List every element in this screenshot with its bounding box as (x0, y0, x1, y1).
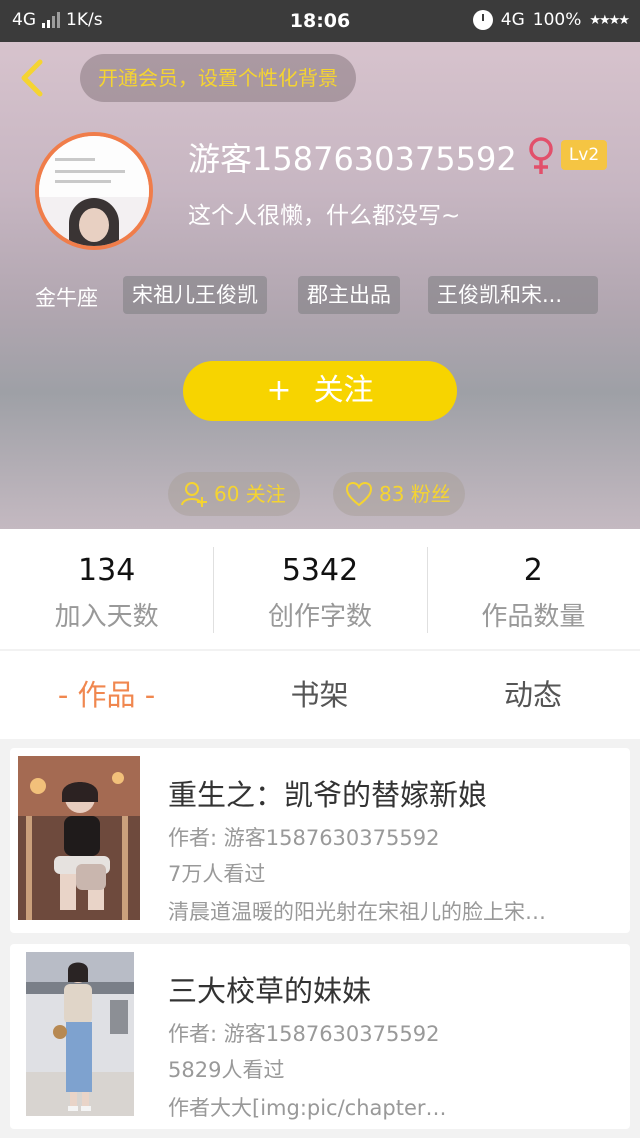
work-views: 7万人看过 (168, 862, 266, 886)
stat-label: 创作字数 (267, 602, 372, 632)
network-label-right: 4G (500, 10, 525, 30)
stat-label: 作品数量 (481, 602, 586, 632)
tab-activity[interactable]: 动态 (426, 651, 640, 739)
stat-words-written: 5342 创作字数 (213, 529, 426, 649)
vip-background-button[interactable]: 开通会员，设置个性化背景 (80, 54, 356, 102)
avatar[interactable] (35, 132, 153, 250)
stat-value: 134 (78, 553, 136, 588)
work-card[interactable]: 重生之：凯爷的替嫁新娘 作者: 游客1587630375592 7万人看过 清晨… (10, 748, 630, 933)
profile-tabs: - 作品 - 书架 动态 (0, 651, 640, 739)
status-bar: 4G 1K/s 18:06 4G 100% ★★★★ (0, 0, 640, 42)
stat-value: 5342 (281, 553, 359, 588)
interest-tag[interactable]: 宋祖儿王俊凯 (123, 276, 267, 314)
book-cover (26, 952, 134, 1116)
work-author: 作者: 游客1587630375592 (168, 1022, 440, 1046)
level-badge: Lv2 (561, 140, 607, 170)
work-excerpt: 清晨道温暖的阳光射在宋祖儿的脸上宋… (168, 900, 546, 924)
tab-bookshelf[interactable]: 书架 (213, 651, 426, 739)
work-excerpt: 作者大大[img:pic/chapter… (168, 1096, 447, 1120)
following-count: 60 关注 (214, 482, 286, 506)
interest-tag[interactable]: 王俊凯和宋... (428, 276, 598, 314)
back-arrow-icon (21, 59, 43, 97)
status-right: 4G 100% ★★★★ (472, 10, 630, 30)
following-button[interactable]: 60 关注 (168, 472, 300, 516)
fans-count: 83 粉丝 (379, 482, 451, 506)
stat-works-count: 2 作品数量 (426, 529, 640, 649)
stat-label: 加入天数 (54, 602, 159, 632)
work-card[interactable]: 三大校草的妹妹 作者: 游客1587630375592 5829人看过 作者大大… (10, 944, 630, 1129)
stat-days-joined: 134 加入天数 (0, 529, 213, 649)
profile-stats: 134 加入天数 5342 创作字数 2 作品数量 (0, 529, 640, 649)
book-cover (18, 756, 140, 920)
work-views: 5829人看过 (168, 1058, 285, 1082)
stat-value: 2 (523, 553, 543, 588)
stars-icon: ★★★★ (589, 12, 630, 28)
battery-level: 100% (532, 10, 582, 30)
user-add-icon (181, 482, 207, 507)
work-title: 三大校草的妹妹 (168, 974, 372, 1008)
heart-icon (345, 481, 373, 507)
back-button[interactable] (12, 56, 56, 100)
interest-tag[interactable]: 郡主出品 (298, 276, 400, 314)
zodiac-label: 金牛座 (35, 286, 98, 310)
profile-header: 开通会员，设置个性化背景 游客1587630375592 Lv2 这个人很懒，什… (0, 42, 640, 529)
follow-label: 关注 (313, 373, 374, 408)
tab-works[interactable]: - 作品 - (0, 651, 213, 739)
follow-button[interactable]: + 关注 (183, 361, 457, 421)
fans-button[interactable]: 83 粉丝 (333, 472, 465, 516)
female-icon (529, 137, 553, 174)
alarm-icon (472, 10, 493, 30)
plus-icon: + (266, 373, 292, 408)
work-title: 重生之：凯爷的替嫁新娘 (168, 778, 488, 812)
username: 游客1587630375592 (188, 140, 517, 178)
work-author: 作者: 游客1587630375592 (168, 826, 440, 850)
user-bio: 这个人很懒，什么都没写~ (188, 203, 461, 229)
